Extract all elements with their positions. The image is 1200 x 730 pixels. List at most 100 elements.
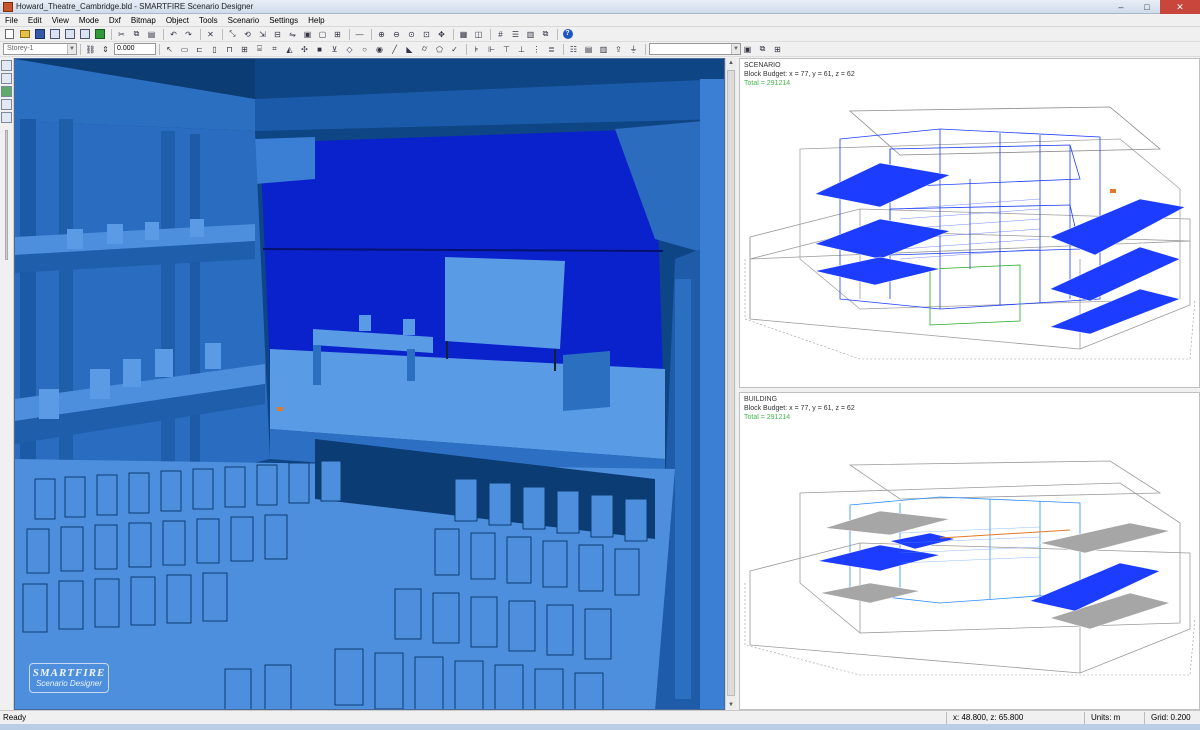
export-button[interactable]: ⇪: [612, 43, 625, 55]
draw-vent-button[interactable]: ⌗: [268, 43, 281, 55]
open-button[interactable]: [18, 28, 31, 40]
select-pointer-button[interactable]: ↖: [163, 43, 176, 55]
copy-button[interactable]: ⧉: [130, 28, 143, 40]
3d-view[interactable]: SMARTFIRE Scenario Designer: [14, 58, 725, 710]
menu-dxf[interactable]: Dxf: [104, 14, 126, 27]
report-button[interactable]: ▥: [597, 43, 610, 55]
align-right-button[interactable]: ⊩: [485, 43, 498, 55]
pan-button[interactable]: ✥: [435, 28, 448, 40]
help-button[interactable]: ?: [561, 28, 574, 40]
menu-view[interactable]: View: [47, 14, 74, 27]
cut-button[interactable]: ✂: [115, 28, 128, 40]
delete-button[interactable]: ✕: [204, 28, 217, 40]
elevation-icon-button[interactable]: ⇕: [99, 43, 112, 55]
draw-wedge-button[interactable]: ◣: [403, 43, 416, 55]
menu-file[interactable]: File: [0, 14, 23, 27]
undo-button[interactable]: ↶: [167, 28, 180, 40]
menu-settings[interactable]: Settings: [264, 14, 303, 27]
scroll-thumb[interactable]: [727, 70, 735, 696]
scale-button[interactable]: ⇲: [256, 28, 269, 40]
draw-window-button[interactable]: ⊞: [238, 43, 251, 55]
paste-button[interactable]: ▤: [145, 28, 158, 40]
draw-room-button[interactable]: ⊏: [193, 43, 206, 55]
scroll-down-arrow-icon[interactable]: ▼: [726, 700, 736, 710]
menu-object[interactable]: Object: [161, 14, 194, 27]
view-top-button[interactable]: ▦: [457, 28, 470, 40]
print-button[interactable]: [48, 28, 61, 40]
rotate-button[interactable]: ⟲: [241, 28, 254, 40]
redo-button[interactable]: ↷: [182, 28, 195, 40]
list-button[interactable]: ☷: [567, 43, 580, 55]
draw-obstruction-button[interactable]: ■: [313, 43, 326, 55]
view-3d-button[interactable]: ◫: [472, 28, 485, 40]
draw-wall-button[interactable]: ▯: [208, 43, 221, 55]
maximize-button[interactable]: □: [1134, 0, 1160, 14]
copy-props-button[interactable]: ⧉: [756, 43, 769, 55]
table-button[interactable]: ▤: [582, 43, 595, 55]
draw-line-button[interactable]: ╱: [388, 43, 401, 55]
windows-button[interactable]: ⧉: [539, 28, 552, 40]
check-button[interactable]: ✓: [448, 43, 461, 55]
menu-scenario[interactable]: Scenario: [223, 14, 265, 27]
scroll-up-arrow-icon[interactable]: ▲: [726, 58, 736, 68]
bitmap-button[interactable]: [78, 28, 91, 40]
zoom-out-button[interactable]: ⊖: [390, 28, 403, 40]
distribute-button[interactable]: ⋮: [530, 43, 543, 55]
link-storey-button[interactable]: ⛓: [84, 43, 97, 55]
zoom-in-button[interactable]: ⊕: [375, 28, 388, 40]
group-button[interactable]: ▣: [301, 28, 314, 40]
menu-edit[interactable]: Edit: [23, 14, 47, 27]
run-button[interactable]: [93, 28, 106, 40]
storey-select[interactable]: Storey-1 ▼: [3, 43, 77, 55]
import-button[interactable]: [63, 28, 76, 40]
new-file-button[interactable]: [3, 28, 16, 40]
layers-button[interactable]: ☰: [509, 28, 522, 40]
minimize-button[interactable]: –: [1108, 0, 1134, 14]
order-button[interactable]: ≣: [545, 43, 558, 55]
paste-props-button[interactable]: ⊞: [771, 43, 784, 55]
view-fit-button[interactable]: [1, 86, 12, 97]
draw-plane-button[interactable]: ◇: [343, 43, 356, 55]
align-bottom-button[interactable]: ⊥: [515, 43, 528, 55]
menu-tools[interactable]: Tools: [194, 14, 223, 27]
align-top-button[interactable]: ⊤: [500, 43, 513, 55]
grid-button[interactable]: #: [494, 28, 507, 40]
draw-hole-button[interactable]: ○: [358, 43, 371, 55]
mirror-button[interactable]: ⇋: [286, 28, 299, 40]
draw-door-button[interactable]: ⊓: [223, 43, 236, 55]
close-button[interactable]: ✕: [1160, 0, 1200, 14]
view-scrollbar[interactable]: ▲ ▼: [725, 58, 736, 710]
menu-bitmap[interactable]: Bitmap: [126, 14, 161, 27]
align-left-button[interactable]: ⊧: [470, 43, 483, 55]
align-button[interactable]: ⊟: [271, 28, 284, 40]
draw-fan-button[interactable]: ✣: [298, 43, 311, 55]
measure-button[interactable]: —: [353, 28, 366, 40]
draw-stair-button[interactable]: ⌸: [253, 43, 266, 55]
apply-button[interactable]: ▣: [741, 43, 754, 55]
save-button[interactable]: [33, 28, 46, 40]
move-button[interactable]: ⤡: [226, 28, 239, 40]
draw-cylinder-button[interactable]: ⌭: [418, 43, 431, 55]
draw-fire-button[interactable]: ◭: [283, 43, 296, 55]
draw-seat-button[interactable]: ⊻: [328, 43, 341, 55]
eye-icon[interactable]: [1, 112, 12, 123]
view-filter-2-button[interactable]: [1, 73, 12, 84]
elevation-input[interactable]: 0.000: [114, 43, 156, 55]
snap-button[interactable]: ⊞: [331, 28, 344, 40]
filter-button[interactable]: ⏚: [627, 43, 640, 55]
scenario-panel[interactable]: SCENARIO Block Budget: x = 77, y = 61, z…: [739, 58, 1200, 388]
view-zoom-slider[interactable]: [5, 130, 8, 260]
menu-help[interactable]: Help: [303, 14, 329, 27]
view-filter-button[interactable]: [1, 60, 12, 71]
draw-polygon-button[interactable]: ⬠: [433, 43, 446, 55]
object-select[interactable]: ▼: [649, 43, 741, 55]
zoom-window-button[interactable]: ⊙: [405, 28, 418, 40]
properties-button[interactable]: ▥: [524, 28, 537, 40]
draw-monitor-button[interactable]: ◉: [373, 43, 386, 55]
building-panel[interactable]: BUILDING Block Budget: x = 77, y = 61, z…: [739, 392, 1200, 710]
view-layers-button[interactable]: [1, 99, 12, 110]
zoom-fit-button[interactable]: ⊡: [420, 28, 433, 40]
draw-box-button[interactable]: ▭: [178, 43, 191, 55]
menu-mode[interactable]: Mode: [74, 14, 104, 27]
ungroup-button[interactable]: ▢: [316, 28, 329, 40]
